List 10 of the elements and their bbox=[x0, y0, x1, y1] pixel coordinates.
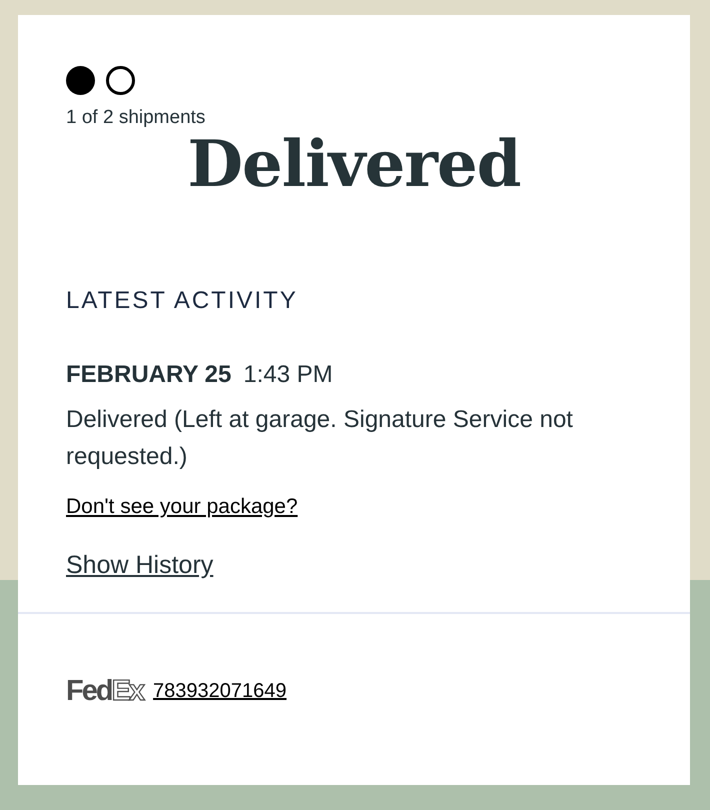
status-title: Delivered bbox=[188, 127, 520, 204]
package-help-link[interactable]: Don't see your package? bbox=[66, 491, 298, 522]
activity-description: Delivered (Left at garage. Signature Service not requested.) bbox=[66, 405, 574, 472]
section-heading: LATEST ACTIVITY bbox=[66, 286, 298, 316]
carrier-logo: FedEx bbox=[66, 676, 144, 706]
activity-date: FEBRUARY 25 bbox=[66, 360, 232, 390]
activity-time: 1:43 PM bbox=[243, 360, 333, 390]
show-history-link[interactable]: Show History bbox=[66, 546, 214, 584]
tracking-number-link[interactable]: 783932071649 bbox=[153, 676, 287, 706]
shipment-count: 1 of 2 shipments bbox=[66, 106, 206, 130]
